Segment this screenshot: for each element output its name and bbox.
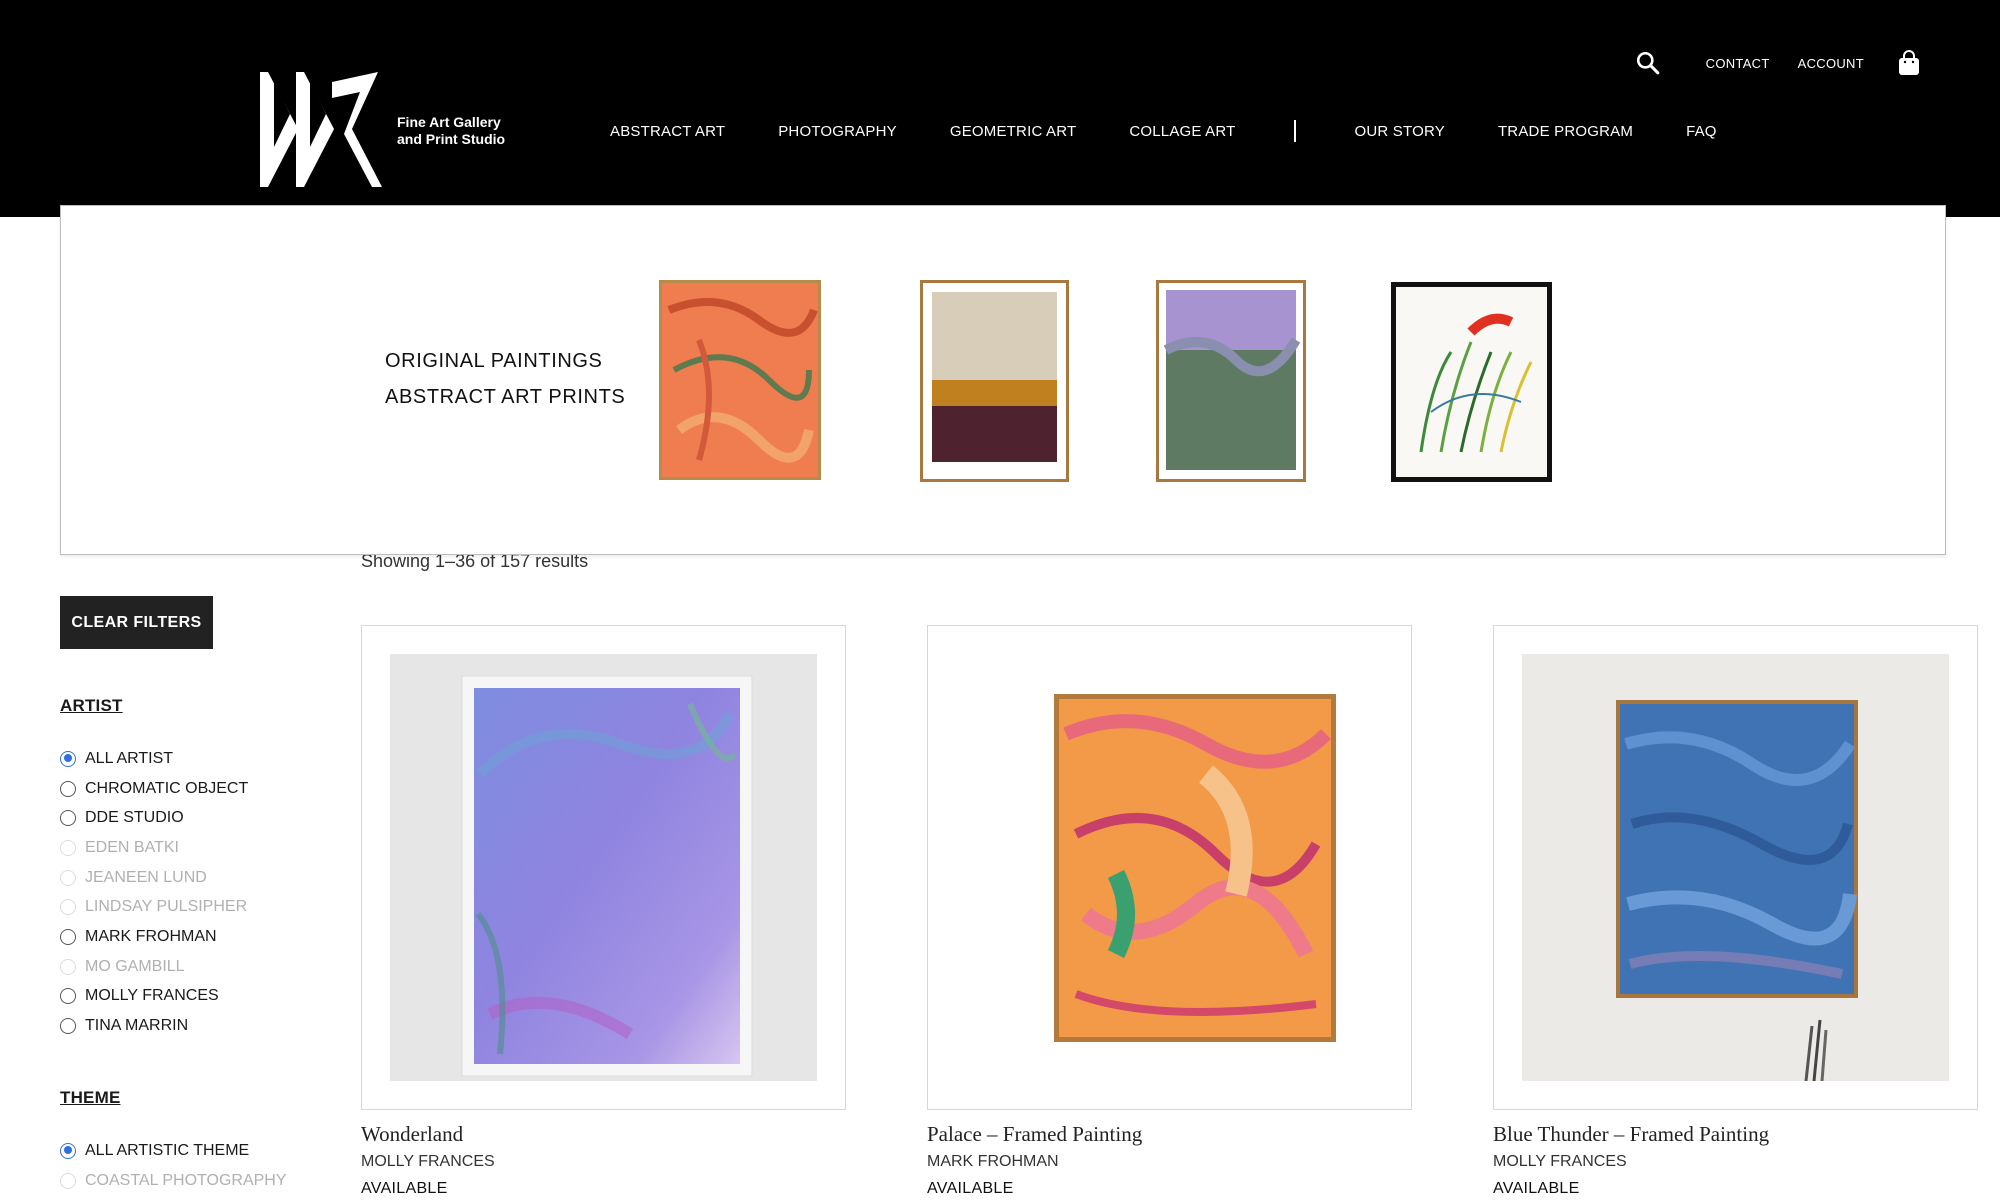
radio-button xyxy=(60,899,76,916)
main-nav: ABSTRACT ART PHOTOGRAPHY GEOMETRIC ART C… xyxy=(610,120,1770,142)
radio-button[interactable] xyxy=(60,928,76,945)
option-label: COASTAL PHOTOGRAPHY xyxy=(85,1171,287,1189)
option-label: EDEN BATKI xyxy=(85,838,179,856)
option-label: ALL ARTISTIC THEME xyxy=(85,1141,250,1159)
availability-status: AVAILABLE xyxy=(927,1180,1014,1197)
logo-tagline-line2: and Print Studio xyxy=(397,131,506,147)
radio-button[interactable] xyxy=(60,1142,76,1159)
logo-tagline-line1: Fine Art Gallery xyxy=(397,114,501,130)
product-card: Palace – Framed Painting MARK FROHMAN AV… xyxy=(927,625,1412,1198)
shopping-bag-icon[interactable] xyxy=(1898,50,1920,76)
theme-option-all-artistic-theme[interactable]: ALL ARTISTIC THEME xyxy=(60,1136,287,1166)
nav-geometric-art[interactable]: GEOMETRIC ART xyxy=(950,123,1077,140)
abstract-art-prints-link[interactable]: ABSTRACT ART PRINTS xyxy=(385,386,625,409)
abstract-art-dropdown: ORIGINAL PAINTINGS ABSTRACT ART PRINTS xyxy=(60,205,1946,555)
artist-option-chromatic-object[interactable]: CHROMATIC OBJECT xyxy=(60,774,248,804)
product-title[interactable]: Palace – Framed Painting xyxy=(927,1122,1412,1147)
availability-status: AVAILABLE xyxy=(1493,1180,1580,1197)
radio-button[interactable] xyxy=(60,780,76,797)
radio-button[interactable] xyxy=(60,988,76,1005)
option-label: TINA MARRIN xyxy=(85,1017,189,1035)
artist-option-tina-marrin[interactable]: TINA MARRIN xyxy=(60,1011,248,1041)
dropdown-thumbnail[interactable] xyxy=(1391,282,1552,482)
wonderland-artwork xyxy=(390,654,817,1081)
radio-button[interactable] xyxy=(60,810,76,827)
product-card: Blue Thunder – Framed Painting MOLLY FRA… xyxy=(1493,625,1978,1198)
product-artist[interactable]: MOLLY FRANCES xyxy=(1493,1153,1978,1171)
option-label: MARK FROHMAN xyxy=(85,927,217,945)
radio-button xyxy=(60,839,76,856)
clear-filters-button[interactable]: CLEAR FILTERS xyxy=(60,596,213,649)
radio-button[interactable] xyxy=(60,1018,76,1035)
availability-status: AVAILABLE xyxy=(361,1180,448,1197)
artist-option-eden-batki: EDEN BATKI xyxy=(60,833,248,863)
original-paintings-link[interactable]: ORIGINAL PAINTINGS xyxy=(385,350,625,373)
radio-button[interactable] xyxy=(60,750,76,767)
blue-thunder-artwork xyxy=(1522,654,1949,1081)
option-label: CHROMATIC OBJECT xyxy=(85,779,249,797)
option-label: JEANEEN LUND xyxy=(85,868,207,886)
dde-logo[interactable] xyxy=(260,72,382,187)
theme-filter-title[interactable]: THEME xyxy=(60,1088,121,1108)
product-card: Wonderland MOLLY FRANCES AVAILABLE xyxy=(361,625,846,1198)
dde-logo-mark xyxy=(260,72,382,187)
option-label: DDE STUDIO xyxy=(85,809,184,827)
artist-option-dde-studio[interactable]: DDE STUDIO xyxy=(60,803,248,833)
artist-option-mo-gambill: MO GAMBILL xyxy=(60,952,248,982)
artist-filter-list: ALL ARTIST CHROMATIC OBJECT DDE STUDIO EDEN… xyxy=(60,744,248,1041)
stripe-painting-thumb xyxy=(920,280,1069,482)
option-label: MO GAMBILL xyxy=(85,957,185,975)
site-header: Fine Art Gallery and Print Studio CONTAC… xyxy=(0,0,2000,217)
nav-collage-art[interactable]: COLLAGE ART xyxy=(1129,123,1235,140)
artist-option-mark-frohman[interactable]: MARK FROHMAN xyxy=(60,922,248,952)
logo-tagline: Fine Art Gallery and Print Studio xyxy=(397,114,505,148)
product-artist[interactable]: MARK FROHMAN xyxy=(927,1153,1412,1171)
dropdown-thumbnail[interactable] xyxy=(1156,280,1306,482)
radio-button xyxy=(60,869,76,886)
dropdown-thumbnail[interactable] xyxy=(659,280,821,480)
contact-link[interactable]: CONTACT xyxy=(1706,56,1770,71)
artist-option-jeaneen-lund: JEANEEN LUND xyxy=(60,863,248,893)
nav-faq[interactable]: FAQ xyxy=(1686,123,1717,140)
product-artist[interactable]: MOLLY FRANCES xyxy=(361,1153,846,1171)
nav-trade-program[interactable]: TRADE PROGRAM xyxy=(1498,123,1633,140)
utility-nav: CONTACT ACCOUNT xyxy=(1635,50,1920,76)
green-violet-painting-thumb xyxy=(1156,280,1306,482)
artist-option-lindsay-pulsipher: LINDSAY PULSIPHER xyxy=(60,892,248,922)
search-icon[interactable] xyxy=(1635,50,1661,76)
product-image[interactable] xyxy=(927,625,1412,1110)
dropdown-links: ORIGINAL PAINTINGS ABSTRACT ART PRINTS xyxy=(385,350,625,422)
option-label: ALL ARTIST xyxy=(85,749,174,767)
artist-filter-title[interactable]: ARTIST xyxy=(60,696,123,716)
theme-option-coastal-photography: COASTAL PHOTOGRAPHY xyxy=(60,1166,287,1196)
nav-abstract-art[interactable]: ABSTRACT ART xyxy=(610,123,725,140)
artist-option-all-artist[interactable]: ALL ARTIST xyxy=(60,744,248,774)
product-image[interactable] xyxy=(1493,625,1978,1110)
artist-option-molly-frances[interactable]: MOLLY FRANCES xyxy=(60,982,248,1012)
product-image[interactable] xyxy=(361,625,846,1110)
radio-button xyxy=(60,1172,76,1189)
radio-button xyxy=(60,958,76,975)
nav-photography[interactable]: PHOTOGRAPHY xyxy=(778,123,897,140)
option-label: MOLLY FRANCES xyxy=(85,987,219,1005)
theme-filter-list: ALL ARTISTIC THEME COASTAL PHOTOGRAPHY xyxy=(60,1136,287,1195)
nav-our-story[interactable]: OUR STORY xyxy=(1355,123,1445,140)
orange-painting-thumb xyxy=(659,280,821,480)
account-link[interactable]: ACCOUNT xyxy=(1798,56,1864,71)
nav-divider xyxy=(1293,120,1296,142)
product-title[interactable]: Blue Thunder – Framed Painting xyxy=(1493,1122,1978,1147)
grass-painting-thumb xyxy=(1391,282,1552,482)
dropdown-thumbnail[interactable] xyxy=(920,280,1069,482)
palace-artwork xyxy=(956,654,1383,1081)
product-title[interactable]: Wonderland xyxy=(361,1122,846,1147)
option-label: LINDSAY PULSIPHER xyxy=(85,898,248,916)
